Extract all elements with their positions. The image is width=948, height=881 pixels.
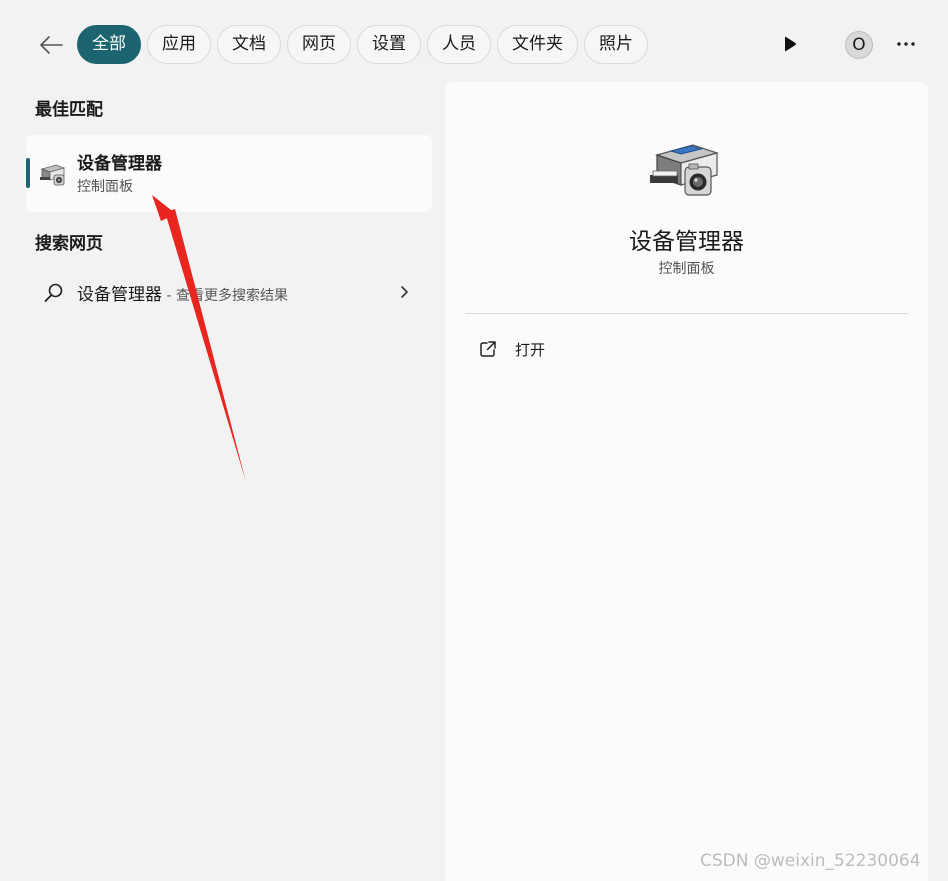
tab-all[interactable]: 全部 xyxy=(77,25,141,64)
search-filter-bar: 全部 应用 文档 网页 设置 人员 文件夹 照片 O xyxy=(0,0,948,88)
tab-folders[interactable]: 文件夹 xyxy=(497,25,578,64)
tab-photos[interactable]: 照片 xyxy=(584,25,648,64)
web-search-suffix: - 查看更多搜索结果 xyxy=(162,288,288,304)
tab-settings[interactable]: 设置 xyxy=(357,25,421,64)
best-match-heading: 最佳匹配 xyxy=(35,100,103,120)
web-search-label: 设备管理器 - 查看更多搜索结果 xyxy=(77,280,288,305)
tab-people[interactable]: 人员 xyxy=(427,25,491,64)
web-search-query: 设备管理器 xyxy=(77,285,162,305)
open-action-label: 打开 xyxy=(515,341,546,359)
divider xyxy=(465,313,908,314)
best-match-subtitle: 控制面板 xyxy=(77,179,133,195)
device-manager-icon xyxy=(40,164,66,186)
avatar[interactable]: O xyxy=(845,31,873,59)
more-options-button[interactable] xyxy=(894,32,918,56)
tab-apps[interactable]: 应用 xyxy=(147,25,211,64)
play-icon xyxy=(785,36,796,52)
back-button[interactable] xyxy=(34,28,68,62)
watermark: CSDN @weixin_52230064 xyxy=(700,851,921,871)
tab-web[interactable]: 网页 xyxy=(287,25,351,64)
web-search-heading: 搜索网页 xyxy=(35,234,103,254)
selection-indicator xyxy=(26,158,30,188)
play-button[interactable] xyxy=(778,32,802,56)
filter-tabs: 全部 应用 文档 网页 设置 人员 文件夹 照片 xyxy=(77,25,648,64)
tab-documents[interactable]: 文档 xyxy=(217,25,281,64)
result-preview-pane: 设备管理器 控制面板 打开 xyxy=(445,82,928,881)
device-manager-icon xyxy=(650,144,720,196)
web-search-result[interactable]: 设备管理器 - 查看更多搜索结果 xyxy=(26,270,432,314)
best-match-title: 设备管理器 xyxy=(77,154,162,174)
preview-title: 设备管理器 xyxy=(629,229,744,255)
preview-subtitle: 控制面板 xyxy=(658,261,715,277)
more-icon xyxy=(897,42,915,46)
open-external-icon xyxy=(480,341,496,357)
search-icon xyxy=(44,283,63,302)
best-match-result[interactable]: 设备管理器 控制面板 xyxy=(26,135,432,212)
open-action[interactable]: 打开 xyxy=(469,333,669,365)
chevron-right-icon xyxy=(401,286,408,298)
back-arrow-icon xyxy=(40,36,63,54)
